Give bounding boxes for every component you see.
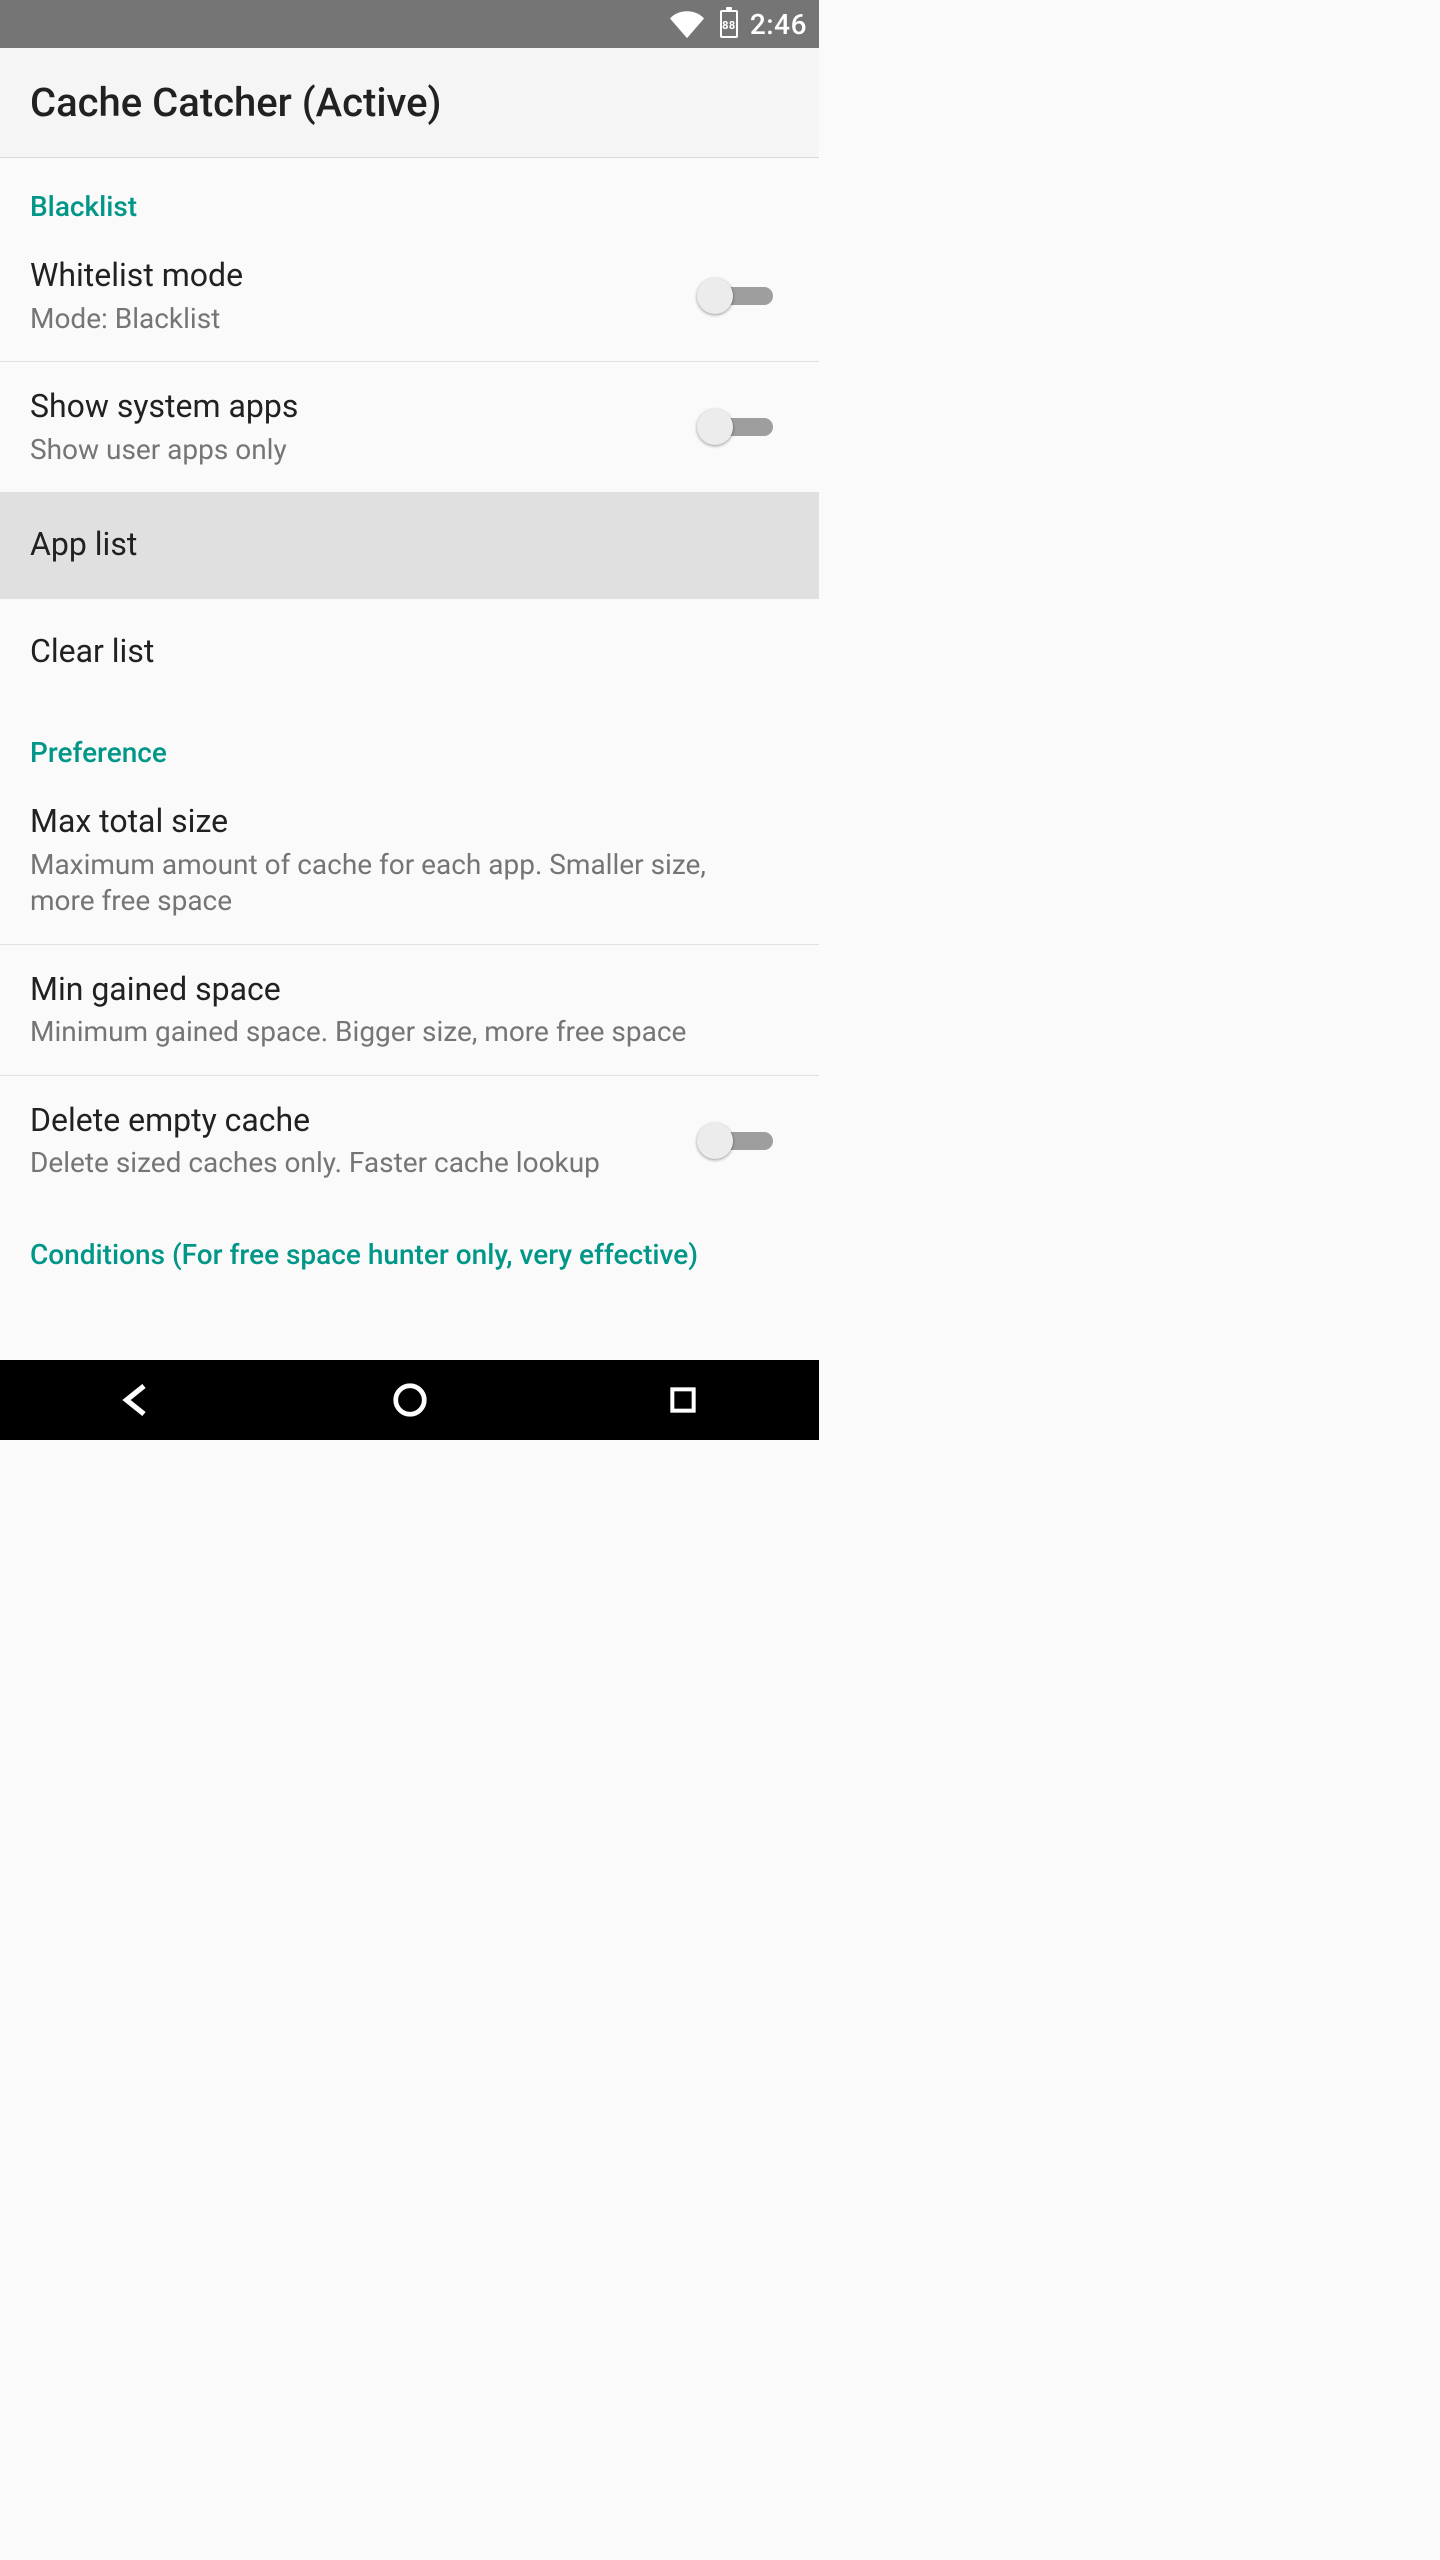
setting-title: Whitelist mode: [30, 255, 673, 297]
navigation-bar: [0, 1360, 819, 1440]
setting-title: Clear list: [30, 631, 765, 673]
app-bar: Cache Catcher (Active): [0, 48, 819, 158]
section-header-preference: Preference: [0, 704, 819, 777]
switch-whitelist-mode[interactable]: [697, 276, 773, 316]
setting-subtitle: Delete sized caches only. Faster cache l…: [30, 1145, 673, 1181]
setting-title: Show system apps: [30, 386, 673, 428]
section-header-conditions: Conditions (For free space hunter only, …: [0, 1206, 819, 1289]
battery-level: 88: [722, 19, 736, 32]
setting-delete-empty-cache[interactable]: Delete empty cache Delete sized caches o…: [0, 1076, 819, 1206]
setting-subtitle: Minimum gained space. Bigger size, more …: [30, 1014, 765, 1050]
setting-max-total-size[interactable]: Max total size Maximum amount of cache f…: [0, 777, 819, 944]
setting-clear-list[interactable]: Clear list: [0, 599, 819, 705]
settings-list: Blacklist Whitelist mode Mode: Blacklist…: [0, 158, 819, 1289]
status-clock: 2:46: [750, 8, 807, 41]
setting-whitelist-mode[interactable]: Whitelist mode Mode: Blacklist: [0, 231, 819, 362]
setting-title: Delete empty cache: [30, 1100, 673, 1142]
wifi-icon: [670, 7, 704, 41]
setting-subtitle: Mode: Blacklist: [30, 301, 673, 337]
battery-icon: 88: [710, 10, 738, 38]
nav-home-button[interactable]: [380, 1370, 440, 1430]
setting-show-system-apps[interactable]: Show system apps Show user apps only: [0, 362, 819, 492]
app-title: Cache Catcher (Active): [30, 79, 442, 126]
nav-recent-button[interactable]: [653, 1370, 713, 1430]
setting-title: Max total size: [30, 801, 765, 843]
nav-back-button[interactable]: [107, 1370, 167, 1430]
section-header-blacklist: Blacklist: [0, 158, 819, 231]
setting-title: Min gained space: [30, 969, 765, 1011]
setting-app-list[interactable]: App list: [0, 492, 819, 599]
switch-delete-empty-cache[interactable]: [697, 1121, 773, 1161]
setting-subtitle: Maximum amount of cache for each app. Sm…: [30, 847, 765, 920]
setting-subtitle: Show user apps only: [30, 432, 673, 468]
setting-min-gained-space[interactable]: Min gained space Minimum gained space. B…: [0, 945, 819, 1076]
setting-title: App list: [30, 524, 765, 566]
switch-show-system-apps[interactable]: [697, 407, 773, 447]
status-bar: 88 2:46: [0, 0, 819, 48]
